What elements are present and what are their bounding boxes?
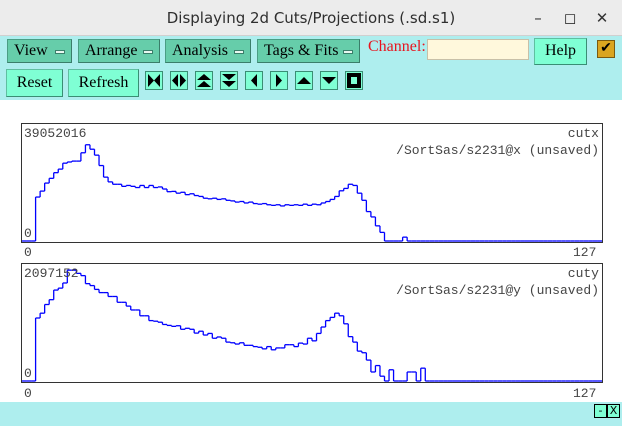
scroll-up-button[interactable] [295, 71, 313, 90]
scroll-left-button[interactable] [245, 71, 263, 90]
arrow-left-icon [251, 74, 257, 87]
expand-vertical-button[interactable] [195, 71, 213, 90]
reset-button[interactable]: Reset [6, 69, 63, 97]
x-min-label: 0 [24, 386, 32, 401]
dropdown-indicator-icon [234, 50, 244, 54]
channel-input[interactable] [427, 39, 529, 60]
square-icon [347, 73, 361, 88]
menu-arrange[interactable]: Arrange [78, 39, 160, 63]
menu-label: Tags & Fits [264, 42, 339, 59]
scroll-right-button[interactable] [270, 71, 288, 90]
menu-view[interactable]: View [7, 39, 72, 63]
arrow-right-icon [276, 74, 282, 87]
status-bar [0, 402, 622, 426]
channel-label: Channel: [368, 38, 426, 55]
expand-horizontal-button[interactable] [145, 71, 163, 90]
arrow-down-icon [322, 77, 336, 84]
minimize-pane-button[interactable]: - [594, 404, 607, 418]
compress-horizontal-button[interactable] [170, 71, 188, 90]
checkbox[interactable]: ✔ [597, 40, 615, 58]
dropdown-indicator-icon [343, 50, 353, 54]
dropdown-indicator-icon [143, 50, 153, 54]
x-max-label: 127 [573, 386, 597, 401]
histogram-cuty[interactable]: 2097152 cuty /SortSas/s2231@y (unsaved) … [21, 263, 603, 383]
spectrum-path: /SortSas/s2231@x (unsaved) [396, 143, 599, 158]
toolbar: View Arrange Analysis Tags & Fits Channe… [0, 36, 622, 100]
menu-label: Arrange [85, 42, 138, 59]
dropdown-indicator-icon [55, 50, 65, 54]
y-min-label: 0 [24, 366, 32, 381]
x-min-label: 0 [24, 245, 32, 260]
close-pane-button[interactable]: X [607, 404, 620, 418]
spectrum-name: cuty [567, 266, 599, 281]
menu-tags-fits[interactable]: Tags & Fits [257, 39, 360, 63]
close-button[interactable]: ✕ [592, 8, 612, 28]
maximize-button[interactable]: ◻ [560, 8, 580, 28]
arrow-up-icon [297, 77, 311, 84]
menu-label: View [14, 42, 48, 59]
menu-label: Analysis [172, 42, 228, 59]
expand-vertical-icon [197, 74, 211, 87]
scroll-down-button[interactable] [320, 71, 338, 90]
y-max-label: 39052016 [24, 126, 87, 141]
histogram-cutx[interactable]: 39052016 cutx /SortSas/s2231@x (unsaved)… [21, 123, 603, 243]
help-button[interactable]: Help [534, 38, 587, 65]
x-max-label: 127 [573, 245, 597, 260]
title-bar: Displaying 2d Cuts/Projections (.sd.s1) … [0, 0, 622, 36]
menu-analysis[interactable]: Analysis [165, 39, 251, 63]
y-min-label: 0 [24, 226, 32, 241]
compress-horizontal-icon [172, 74, 186, 87]
y-max-label: 2097152 [24, 266, 79, 281]
compress-vertical-button[interactable] [220, 71, 238, 90]
histogram-cuty-chart [22, 269, 602, 382]
spectrum-name: cutx [567, 126, 599, 141]
full-view-button[interactable] [345, 71, 363, 90]
expand-horizontal-icon [148, 74, 160, 87]
histogram-cutx-chart [22, 144, 602, 242]
compress-vertical-icon [222, 74, 236, 87]
minimize-button[interactable]: – [528, 8, 548, 28]
refresh-button[interactable]: Refresh [68, 69, 139, 97]
spectrum-path: /SortSas/s2231@y (unsaved) [396, 283, 599, 298]
